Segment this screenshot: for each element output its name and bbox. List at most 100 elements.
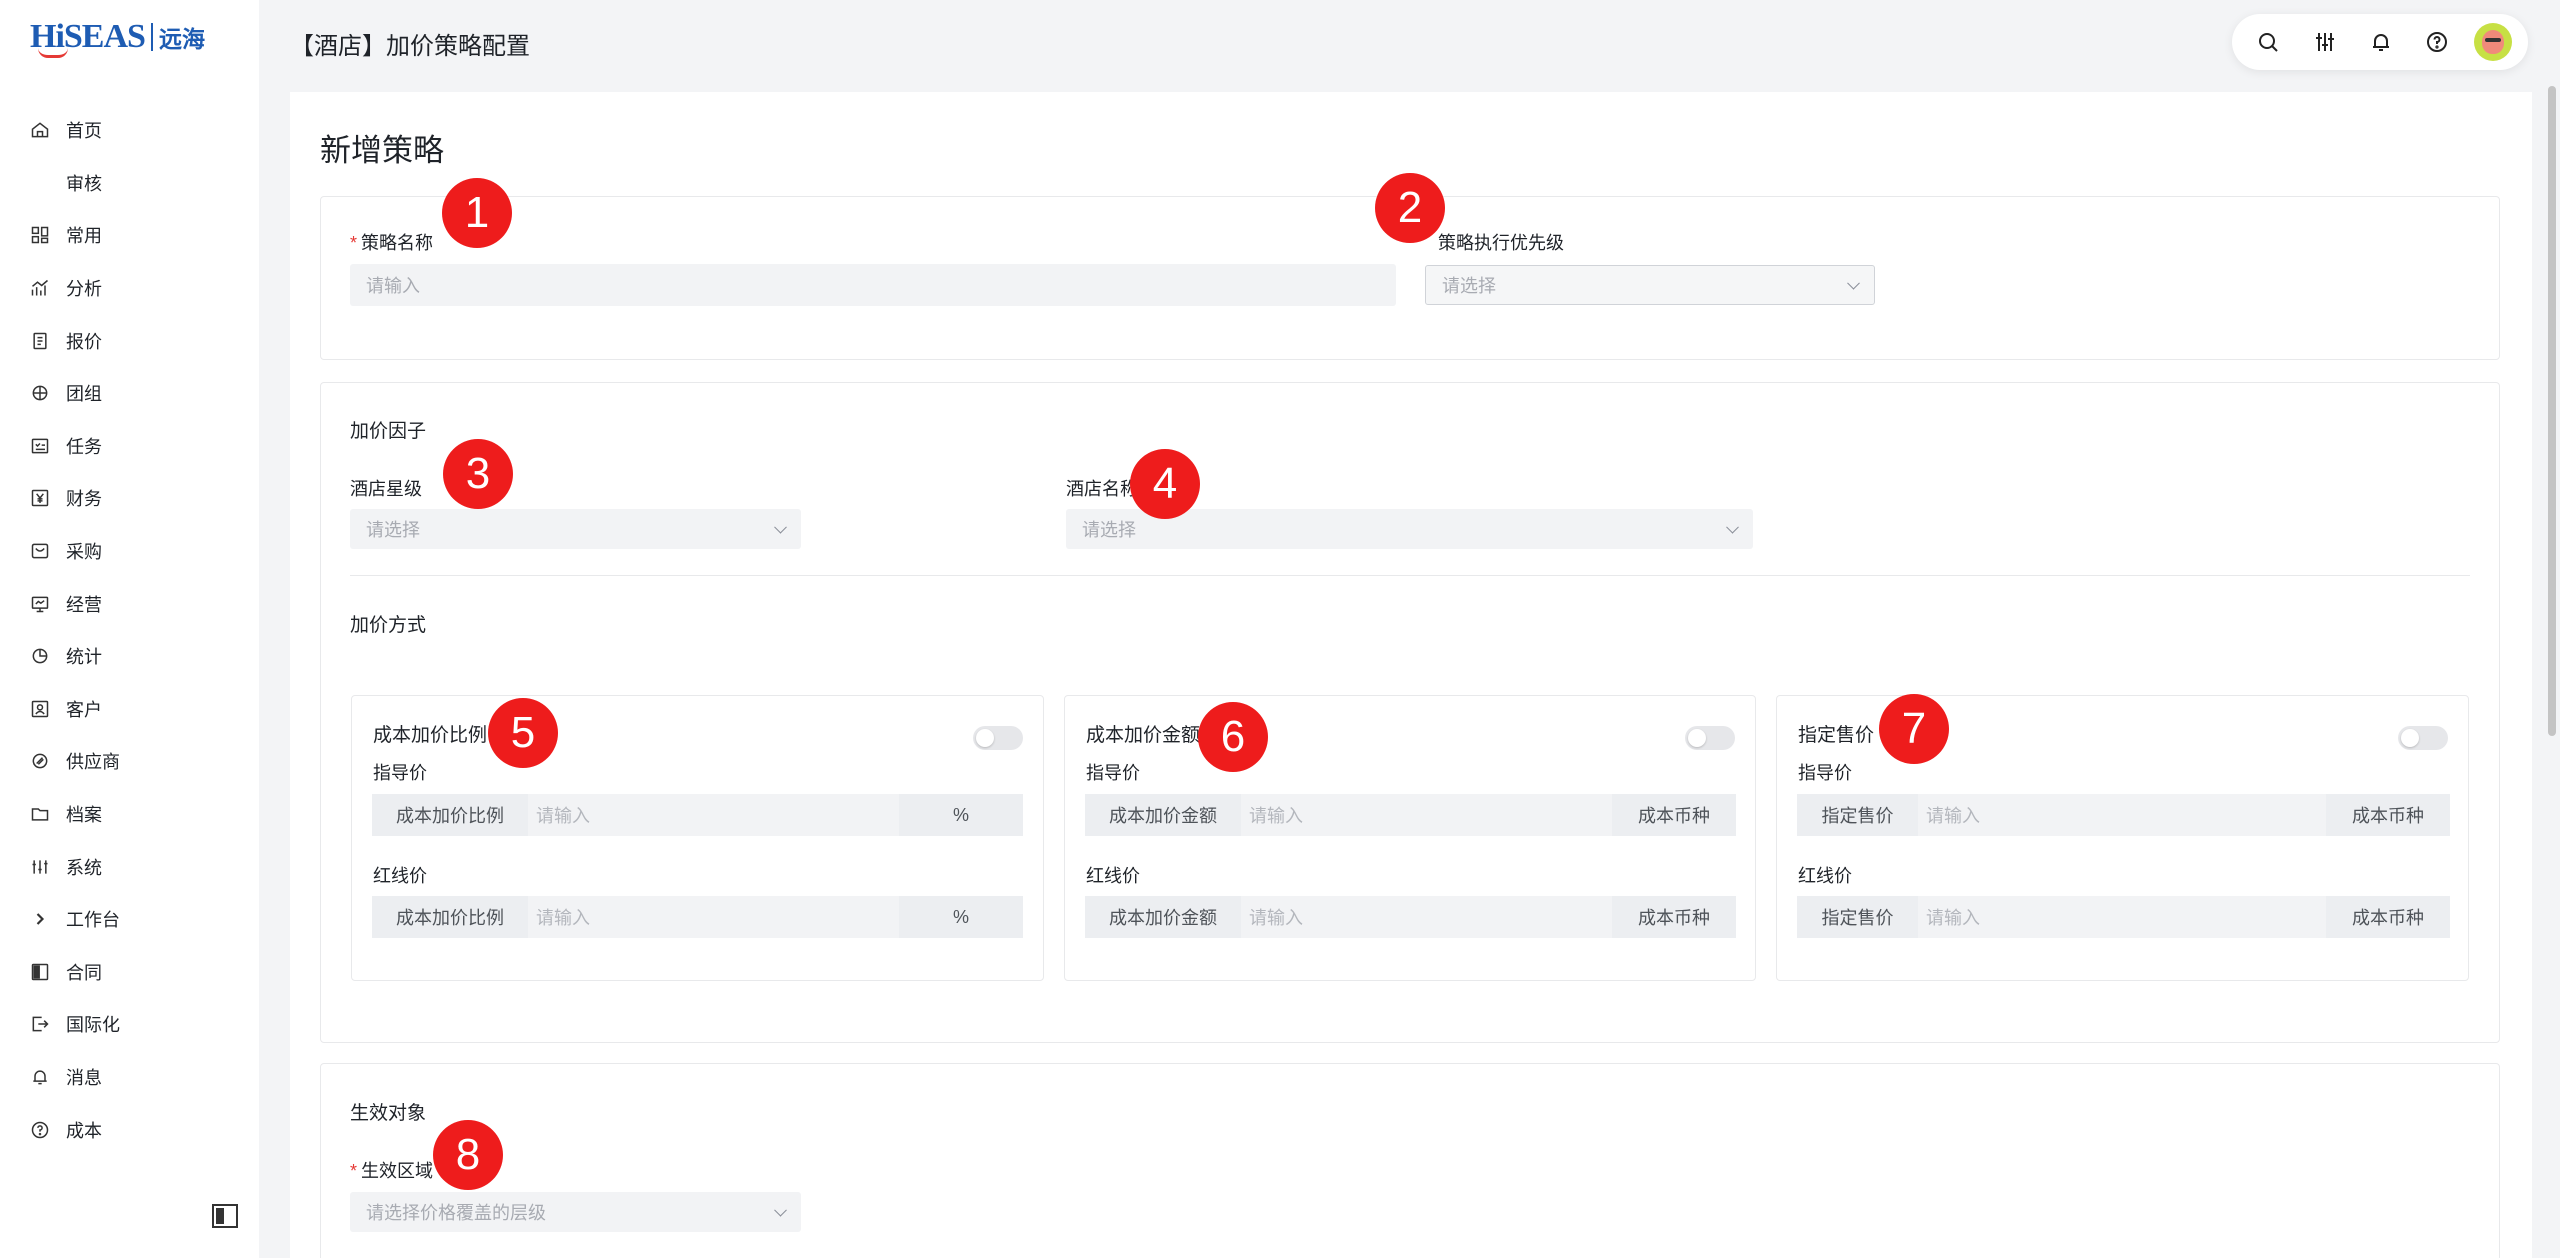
logout-icon bbox=[28, 1012, 52, 1036]
target-title: 生效对象 bbox=[350, 1103, 427, 1124]
sidebar-item-label: 首页 bbox=[66, 121, 102, 142]
sidebar-item-task[interactable]: 任务 bbox=[0, 420, 259, 473]
sidebar-item-label: 采购 bbox=[66, 542, 102, 563]
required-mark: * bbox=[350, 1161, 358, 1181]
sidebar-item-workbench[interactable]: 工作台 bbox=[0, 893, 259, 946]
region-placeholder: 请选择价格覆盖的层级 bbox=[366, 1203, 546, 1223]
input-suffix: 成本币种 bbox=[1612, 794, 1736, 836]
sidebar-item-label: 系统 bbox=[66, 857, 102, 878]
sidebar-item-finance[interactable]: 财务 bbox=[0, 472, 259, 525]
strategy-name-input[interactable]: 请输入 bbox=[350, 264, 1396, 306]
strategy-name-label: * 策略名称 bbox=[350, 229, 433, 255]
supplier-icon bbox=[28, 749, 52, 773]
sidebar-item-group[interactable]: 团组 bbox=[0, 367, 259, 420]
guide-price-input[interactable]: 请输入 bbox=[1918, 794, 2326, 836]
priority-select-placeholder: 请选择 bbox=[1442, 276, 1496, 296]
red-line-price-input[interactable]: 请输入 bbox=[1918, 896, 2326, 938]
help-icon[interactable] bbox=[2417, 22, 2457, 62]
method-card-ratio: 成本加价比例 指导价 成本加价比例 请输入 % 红线价 成本加价比例 请输入 % bbox=[351, 695, 1044, 981]
home-icon bbox=[28, 118, 52, 142]
hotel-star-placeholder: 请选择 bbox=[366, 520, 420, 540]
sidebar-item-operation[interactable]: 经营 bbox=[0, 577, 259, 630]
sidebar-item-label: 团组 bbox=[66, 384, 102, 405]
sidebar-item-customer[interactable]: 客户 bbox=[0, 683, 259, 736]
required-mark: * bbox=[350, 233, 358, 253]
guide-price-input[interactable]: 请输入 bbox=[528, 794, 899, 836]
sidebar-item-analysis[interactable]: 分析 bbox=[0, 262, 259, 315]
sidebar-item-label: 常用 bbox=[66, 226, 102, 247]
red-line-price-input[interactable]: 请输入 bbox=[528, 896, 899, 938]
method-card-title: 指定售价 bbox=[1798, 725, 1875, 746]
hotel-star-select[interactable]: 请选择 bbox=[350, 509, 801, 549]
input-suffix: % bbox=[899, 794, 1023, 836]
sidebar-item-supplier[interactable]: 供应商 bbox=[0, 735, 259, 788]
guide-price-input[interactable]: 请输入 bbox=[1241, 794, 1612, 836]
red-line-price-label: 红线价 bbox=[1086, 866, 1140, 886]
input-prefix: 成本加价金额 bbox=[1085, 896, 1241, 938]
cart-icon bbox=[28, 539, 52, 563]
sidebar-collapse-icon[interactable] bbox=[212, 1204, 238, 1228]
scrollbar[interactable] bbox=[2548, 86, 2556, 736]
sidebar-item-purchase[interactable]: 采购 bbox=[0, 525, 259, 578]
hotel-star-label: 酒店星级 bbox=[350, 479, 422, 499]
guide-price-label: 指导价 bbox=[1798, 763, 1852, 783]
method-card-title: 成本加价金额 bbox=[1086, 725, 1201, 746]
sidebar-item-label: 供应商 bbox=[66, 752, 120, 773]
group-icon bbox=[28, 381, 52, 405]
input-prefix: 指定售价 bbox=[1797, 794, 1918, 836]
red-line-input-group: 成本加价金额 请输入 成本币种 bbox=[1085, 896, 1736, 938]
sliders-icon bbox=[28, 855, 52, 879]
sidebar-item-label: 消息 bbox=[66, 1067, 102, 1088]
priority-label: 策略执行优先级 bbox=[1438, 233, 1564, 253]
priority-select[interactable]: 请选择 bbox=[1425, 265, 1875, 305]
input-prefix: 成本加价比例 bbox=[372, 794, 528, 836]
amount-toggle[interactable] bbox=[1685, 726, 1735, 750]
guide-price-input-group: 成本加价比例 请输入 % bbox=[372, 794, 1023, 836]
sidebar-item-label: 任务 bbox=[66, 436, 102, 457]
fixed-price-toggle[interactable] bbox=[2398, 726, 2448, 750]
contract-icon bbox=[28, 960, 52, 984]
sidebar-item-i18n[interactable]: 国际化 bbox=[0, 998, 259, 1051]
region-select[interactable]: 请选择价格覆盖的层级 bbox=[350, 1192, 801, 1232]
sidebar-item-label: 工作台 bbox=[66, 910, 120, 931]
document-icon bbox=[28, 329, 52, 353]
sidebar-item-label: 成本 bbox=[66, 1120, 102, 1141]
sidebar-item-home[interactable]: 首页 bbox=[0, 104, 259, 157]
input-prefix: 成本加价金额 bbox=[1085, 794, 1241, 836]
guide-price-label: 指导价 bbox=[1086, 763, 1140, 783]
red-line-price-label: 红线价 bbox=[373, 866, 427, 886]
sidebar-nav: 首页 审核 常用 分析 报价 团组 任务 财务 采购 经营 统计 客户 供应商 … bbox=[0, 104, 259, 1156]
chevron-down-icon bbox=[774, 520, 787, 534]
sidebar-item-quote[interactable]: 报价 bbox=[0, 314, 259, 367]
sidebar-item-review[interactable]: 审核 bbox=[0, 157, 259, 210]
sidebar-item-cost[interactable]: 成本 bbox=[0, 1103, 259, 1156]
sidebar-item-label: 分析 bbox=[66, 279, 102, 300]
method-card-title: 成本加价比例 bbox=[373, 725, 488, 746]
search-icon[interactable] bbox=[2248, 22, 2288, 62]
help-icon bbox=[28, 1118, 52, 1142]
sidebar-item-label: 财务 bbox=[66, 489, 102, 510]
sidebar-item-system[interactable]: 系统 bbox=[0, 840, 259, 893]
sliders-icon[interactable] bbox=[2305, 22, 2345, 62]
annotation-badge: 1 bbox=[442, 178, 512, 248]
red-line-price-input[interactable]: 请输入 bbox=[1241, 896, 1612, 938]
sidebar-item-archive[interactable]: 档案 bbox=[0, 788, 259, 841]
sidebar-item-contract[interactable]: 合同 bbox=[0, 946, 259, 999]
strategy-name-label-text: 策略名称 bbox=[361, 233, 434, 253]
sidebar-item-common[interactable]: 常用 bbox=[0, 209, 259, 262]
logo[interactable]: HiSEAS 远海 bbox=[30, 14, 205, 60]
annotation-badge: 3 bbox=[443, 439, 513, 509]
customer-icon bbox=[28, 697, 52, 721]
sidebar-item-statistics[interactable]: 统计 bbox=[0, 630, 259, 683]
annotation-badge: 7 bbox=[1879, 694, 1949, 764]
bell-icon[interactable] bbox=[2361, 22, 2401, 62]
guide-price-label: 指导价 bbox=[373, 763, 427, 783]
avatar[interactable] bbox=[2473, 23, 2512, 61]
input-suffix: % bbox=[899, 896, 1023, 938]
bell-icon bbox=[28, 1065, 52, 1089]
sidebar-item-messages[interactable]: 消息 bbox=[0, 1051, 259, 1104]
sidebar-item-label: 合同 bbox=[66, 962, 102, 983]
ratio-toggle[interactable] bbox=[973, 726, 1023, 750]
input-suffix: 成本币种 bbox=[2326, 794, 2450, 836]
red-line-input-group: 指定售价 请输入 成本币种 bbox=[1797, 896, 2450, 938]
